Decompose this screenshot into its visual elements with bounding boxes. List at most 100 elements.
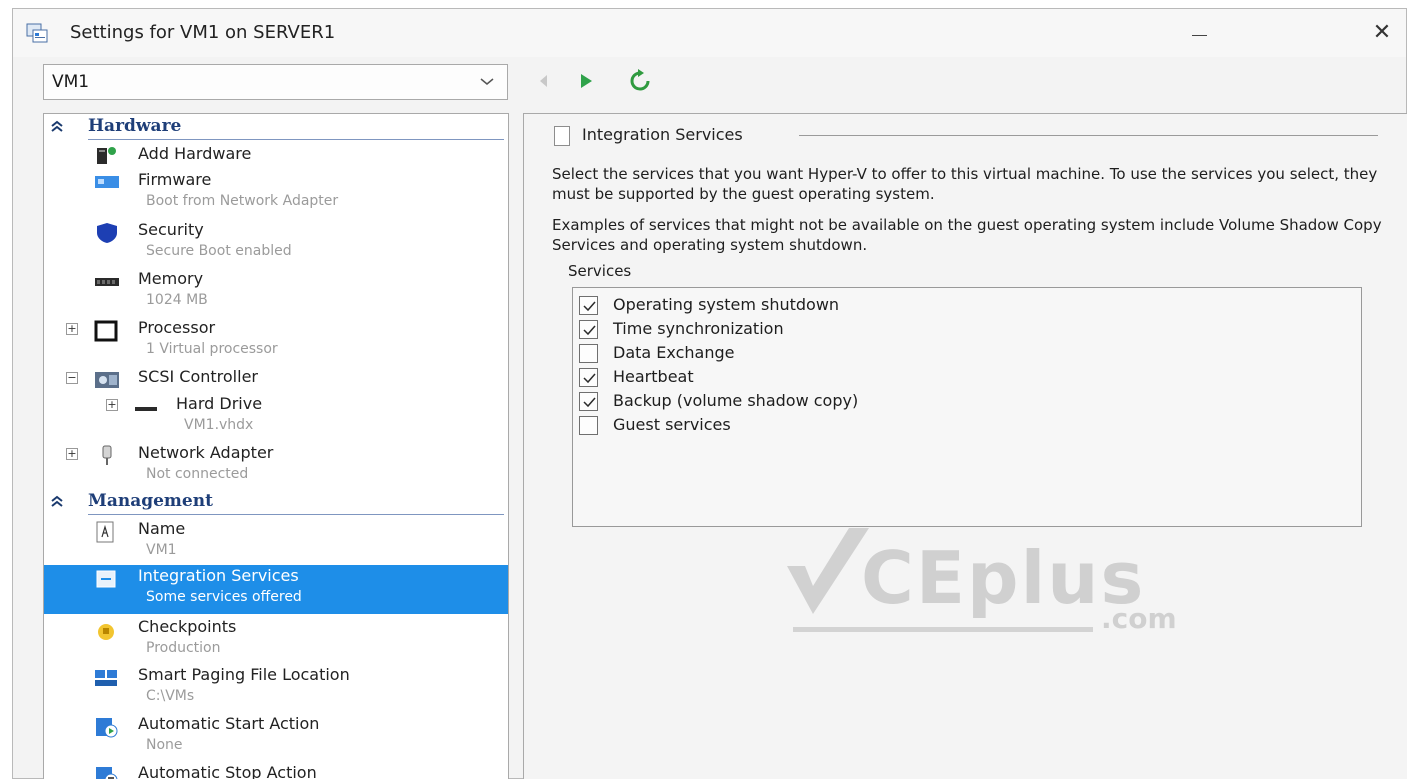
hardware-section-title: Hardware xyxy=(88,116,182,136)
description-paragraph-2: Examples of services that might not be a… xyxy=(552,216,1382,254)
description-paragraph-1: Select the services that you want Hyper-… xyxy=(552,165,1378,203)
sidebar-item-automatic-stop-action[interactable]: Automatic Stop Action xyxy=(44,762,508,779)
close-button[interactable]: ✕ xyxy=(1358,17,1406,51)
sidebar-item-network-adapter[interactable]: + Network Adapter Not connected xyxy=(44,442,508,492)
sidebar-item-smart-paging-file-location[interactable]: Smart Paging File Location C:\VMs xyxy=(44,664,508,714)
sidebar-item-detail: VM1.vhdx xyxy=(184,417,254,433)
service-checkbox[interactable] xyxy=(579,344,598,363)
sidebar-item-label: Memory xyxy=(138,269,204,288)
shield-icon xyxy=(96,222,122,244)
sidebar-item-label: Automatic Start Action xyxy=(138,714,320,733)
sidebar-item-detail: Some services offered xyxy=(146,589,302,605)
refresh-icon[interactable] xyxy=(627,68,653,94)
settings-tree: Hardware Add Hardware Firmware Boot from… xyxy=(43,113,509,779)
hardware-section-header[interactable]: Hardware xyxy=(44,116,508,140)
checkpoints-icon xyxy=(94,619,120,641)
service-checkbox-row[interactable]: Data Exchange xyxy=(579,342,1179,364)
sidebar-item-detail: VM1 xyxy=(146,542,177,558)
sidebar-item-label: Security xyxy=(138,220,204,239)
sidebar-item-integration-services[interactable]: Integration Services Some services offer… xyxy=(44,565,508,614)
sidebar-item-processor[interactable]: + Processor 1 Virtual processor xyxy=(44,317,508,367)
sidebar-item-label: Add Hardware xyxy=(138,144,252,163)
service-checkbox[interactable] xyxy=(579,320,598,339)
collapse-chevron-icon[interactable] xyxy=(50,117,64,141)
service-checkbox[interactable] xyxy=(579,416,598,435)
service-checkbox[interactable] xyxy=(579,368,598,387)
services-list: Operating system shutdown Time synchroni… xyxy=(572,287,1362,527)
memory-icon xyxy=(94,271,120,293)
sidebar-item-detail: None xyxy=(146,737,183,753)
hard-drive-icon xyxy=(134,396,160,418)
firmware-icon xyxy=(94,172,120,194)
service-label: Data Exchange xyxy=(613,343,735,362)
service-checkbox[interactable] xyxy=(579,296,598,315)
add-hardware-icon xyxy=(94,146,120,168)
sidebar-item-detail: Not connected xyxy=(146,466,249,482)
sidebar-item-security[interactable]: Security Secure Boot enabled xyxy=(44,219,508,269)
watermark-logo: CEplus .com xyxy=(783,514,1203,644)
section-divider xyxy=(88,139,504,140)
sidebar-item-hard-drive[interactable]: + Hard Drive VM1.vhdx xyxy=(44,393,508,443)
sidebar-item-label: Network Adapter xyxy=(138,443,274,462)
vm-select-dropdown[interactable]: VM1 xyxy=(43,64,508,100)
sidebar-item-detail: 1 Virtual processor xyxy=(146,341,278,357)
service-label: Operating system shutdown xyxy=(613,295,840,314)
sidebar-item-automatic-start-action[interactable]: Automatic Start Action None xyxy=(44,713,508,763)
sidebar-item-label: Hard Drive xyxy=(176,394,263,413)
processor-icon xyxy=(94,320,120,342)
panel-title-rule xyxy=(799,135,1378,136)
service-checkbox-row[interactable]: Backup (volume shadow copy) xyxy=(579,390,1179,412)
sidebar-item-firmware[interactable]: Firmware Boot from Network Adapter xyxy=(44,169,508,219)
integration-services-panel: Integration Services Select the services… xyxy=(523,113,1407,779)
sidebar-item-name[interactable]: Name VM1 xyxy=(44,518,508,568)
scsi-controller-icon xyxy=(94,369,120,391)
sidebar-item-detail: 1024 MB xyxy=(146,292,208,308)
service-checkbox-row[interactable]: Heartbeat xyxy=(579,366,1179,388)
integration-services-icon xyxy=(94,568,120,590)
automatic-start-icon xyxy=(94,716,120,738)
settings-window: Settings for VM1 on SERVER1 ✕ VM1 Hardwa… xyxy=(12,8,1407,779)
collapse-minus-icon[interactable]: − xyxy=(66,372,78,384)
name-icon xyxy=(94,521,120,543)
management-section-header[interactable]: Management xyxy=(44,491,508,515)
sidebar-item-checkpoints[interactable]: Checkpoints Production xyxy=(44,616,508,666)
minimize-button[interactable] xyxy=(1175,17,1223,51)
service-label: Backup (volume shadow copy) xyxy=(613,391,859,410)
sidebar-item-label: Name xyxy=(138,519,186,538)
chevron-down-icon xyxy=(479,71,495,95)
collapse-chevron-icon[interactable] xyxy=(50,492,64,516)
vm-select-value: VM1 xyxy=(52,72,90,92)
service-checkbox-row[interactable]: Operating system shutdown xyxy=(579,294,1179,316)
sidebar-item-detail: Production xyxy=(146,640,221,656)
services-group-label: Services xyxy=(568,262,632,280)
page-icon xyxy=(554,126,570,146)
sidebar-item-memory[interactable]: Memory 1024 MB xyxy=(44,268,508,318)
settings-app-icon xyxy=(26,23,48,43)
service-checkbox-row[interactable]: Guest services xyxy=(579,414,1179,436)
service-label: Heartbeat xyxy=(613,367,694,386)
sidebar-item-detail: C:\VMs xyxy=(146,688,195,704)
expand-plus-icon[interactable]: + xyxy=(66,448,78,460)
back-arrow-icon[interactable] xyxy=(531,68,557,94)
sidebar-item-label: Checkpoints xyxy=(138,617,237,636)
management-section-title: Management xyxy=(88,491,213,511)
sidebar-item-detail: Secure Boot enabled xyxy=(146,243,292,259)
watermark-suffix: .com xyxy=(1101,602,1177,635)
sidebar-item-label: Smart Paging File Location xyxy=(138,665,350,684)
service-label: Guest services xyxy=(613,415,731,434)
sidebar-item-detail: Boot from Network Adapter xyxy=(146,193,339,209)
service-checkbox-row[interactable]: Time synchronization xyxy=(579,318,1179,340)
panel-title: Integration Services xyxy=(582,125,743,144)
sidebar-item-label: Firmware xyxy=(138,170,212,189)
network-adapter-icon xyxy=(98,445,124,467)
play-icon[interactable] xyxy=(573,68,599,94)
sidebar-item-label: Automatic Stop Action xyxy=(138,763,317,779)
sidebar-item-label: Integration Services xyxy=(138,566,299,585)
automatic-stop-icon xyxy=(94,765,120,779)
watermark-underline xyxy=(793,627,1093,632)
title-bar: Settings for VM1 on SERVER1 ✕ xyxy=(13,9,1406,57)
expand-plus-icon[interactable]: + xyxy=(106,399,118,411)
expand-plus-icon[interactable]: + xyxy=(66,323,78,335)
sidebar-item-label: Processor xyxy=(138,318,216,337)
service-checkbox[interactable] xyxy=(579,392,598,411)
